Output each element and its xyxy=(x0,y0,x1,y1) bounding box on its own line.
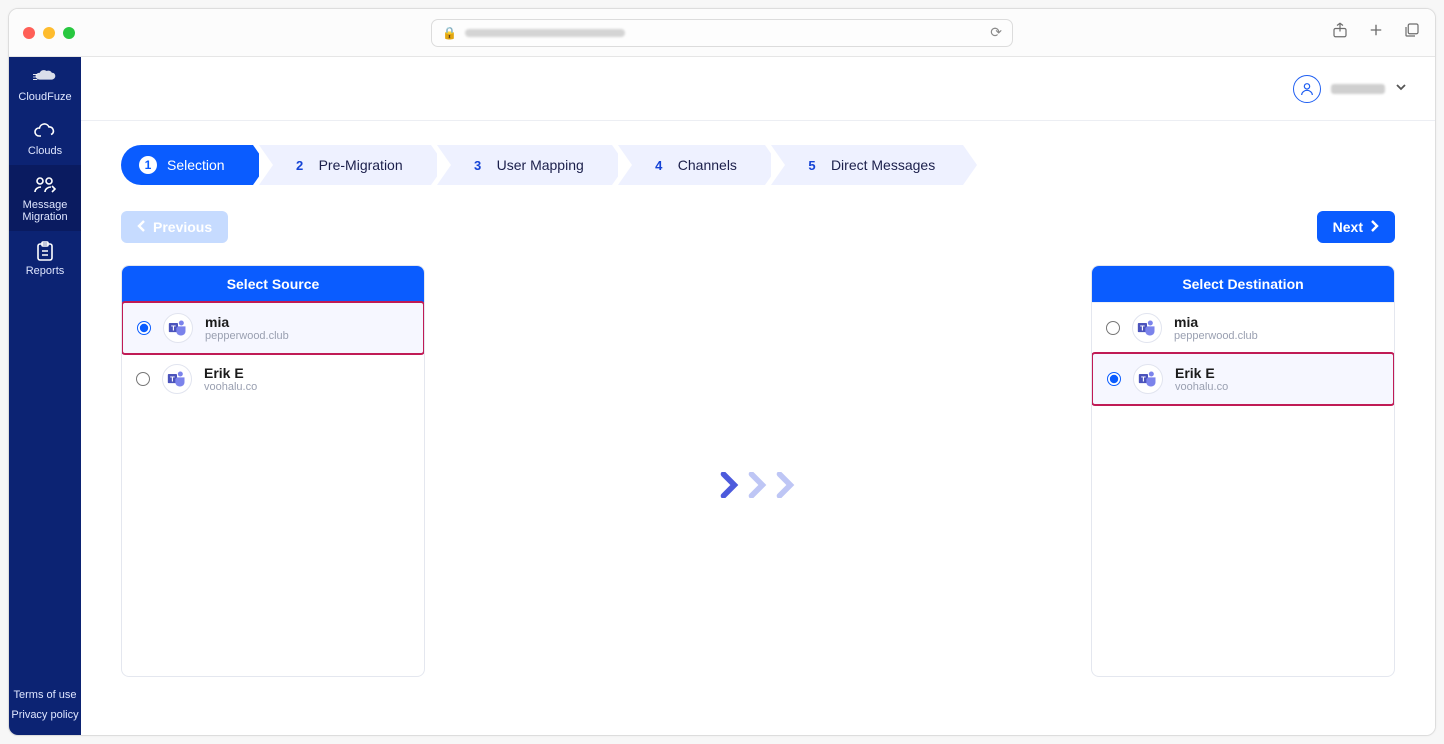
stepper: 1 Selection 2 Pre-Migration 3 User Mappi… xyxy=(121,145,1395,185)
teams-icon: T xyxy=(1133,364,1163,394)
sidebar-link-terms[interactable]: Terms of use xyxy=(9,685,81,705)
destination-radio[interactable] xyxy=(1107,372,1121,386)
source-account-row[interactable]: T mia pepperwood.club xyxy=(121,301,425,355)
chevron-right-icon xyxy=(1369,219,1379,235)
logo-icon xyxy=(33,67,57,87)
account-name: mia xyxy=(205,314,289,330)
previous-button[interactable]: Previous xyxy=(121,211,228,243)
panel-header: Select Source xyxy=(122,266,424,302)
sidebar-label: Message Migration xyxy=(22,199,67,223)
sidebar-label: CloudFuze xyxy=(18,91,71,103)
avatar-icon xyxy=(1293,75,1321,103)
sidebar-label: Clouds xyxy=(28,145,62,157)
account-domain: voohalu.co xyxy=(204,381,257,393)
teams-icon: T xyxy=(162,364,192,394)
destination-panel: Select Destination T mia pepperwood.club xyxy=(1091,265,1395,677)
sidebar-label: Reports xyxy=(26,265,65,277)
step-channels[interactable]: 4 Channels xyxy=(618,145,765,185)
topbar xyxy=(81,57,1435,121)
step-direct-messages[interactable]: 5 Direct Messages xyxy=(771,145,963,185)
destination-account-row[interactable]: T mia pepperwood.club xyxy=(1092,302,1394,353)
chevron-left-icon xyxy=(137,219,147,235)
account-name: mia xyxy=(1174,314,1258,330)
step-label: Selection xyxy=(167,157,225,173)
cloud-icon xyxy=(33,121,57,141)
source-radio[interactable] xyxy=(136,372,150,386)
minimize-window-button[interactable] xyxy=(43,27,55,39)
step-label: Direct Messages xyxy=(831,157,935,173)
teams-icon: T xyxy=(1132,313,1162,343)
account-name: Erik E xyxy=(204,365,257,381)
user-name-redacted xyxy=(1331,84,1385,94)
tabs-overview-icon[interactable] xyxy=(1403,21,1421,44)
share-icon[interactable] xyxy=(1331,21,1349,44)
account-name: Erik E xyxy=(1175,365,1228,381)
svg-text:T: T xyxy=(1140,324,1145,333)
account-domain: voohalu.co xyxy=(1175,381,1228,393)
user-menu[interactable] xyxy=(1293,75,1407,103)
source-account-row[interactable]: T Erik E voohalu.co xyxy=(122,354,424,404)
close-window-button[interactable] xyxy=(23,27,35,39)
svg-text:T: T xyxy=(1141,375,1146,384)
destination-account-row[interactable]: T Erik E voohalu.co xyxy=(1091,352,1395,406)
reload-icon[interactable]: ⟳ xyxy=(990,24,1002,41)
sidebar-item-message-migration[interactable]: Message Migration xyxy=(9,165,81,231)
destination-radio[interactable] xyxy=(1106,321,1120,335)
svg-text:T: T xyxy=(170,375,175,384)
step-label: Pre-Migration xyxy=(319,157,403,173)
transfer-arrows xyxy=(449,472,1067,498)
step-label: Channels xyxy=(678,157,737,173)
source-panel: Select Source T mia pepperwood.club xyxy=(121,265,425,677)
account-domain: pepperwood.club xyxy=(1174,330,1258,342)
new-tab-icon[interactable] xyxy=(1367,21,1385,44)
step-label: User Mapping xyxy=(497,157,584,173)
source-radio[interactable] xyxy=(137,321,151,335)
address-bar[interactable]: 🔒 ⟳ xyxy=(431,19,1013,47)
step-pre-migration[interactable]: 2 Pre-Migration xyxy=(259,145,431,185)
browser-chrome: 🔒 ⟳ xyxy=(9,9,1435,57)
url-text-redacted xyxy=(465,29,625,37)
step-selection[interactable]: 1 Selection xyxy=(121,145,253,185)
panel-header: Select Destination xyxy=(1092,266,1394,302)
main-area: 1 Selection 2 Pre-Migration 3 User Mappi… xyxy=(81,57,1435,735)
lock-icon: 🔒 xyxy=(442,26,457,40)
window-controls xyxy=(23,27,75,39)
people-arrow-icon xyxy=(33,175,57,195)
sidebar-item-reports[interactable]: Reports xyxy=(9,231,81,285)
sidebar-item-clouds[interactable]: Clouds xyxy=(9,111,81,165)
sidebar-link-privacy[interactable]: Privacy policy xyxy=(9,705,81,725)
sidebar-item-cloudfuze[interactable]: CloudFuze xyxy=(9,57,81,111)
step-user-mapping[interactable]: 3 User Mapping xyxy=(437,145,612,185)
clipboard-icon xyxy=(33,241,57,261)
svg-text:T: T xyxy=(171,324,176,333)
chevron-down-icon xyxy=(1395,80,1407,98)
account-domain: pepperwood.club xyxy=(205,330,289,342)
next-button[interactable]: Next xyxy=(1317,211,1395,243)
teams-icon: T xyxy=(163,313,193,343)
fullscreen-window-button[interactable] xyxy=(63,27,75,39)
sidebar: CloudFuze Clouds Message Migration Repor… xyxy=(9,57,81,735)
